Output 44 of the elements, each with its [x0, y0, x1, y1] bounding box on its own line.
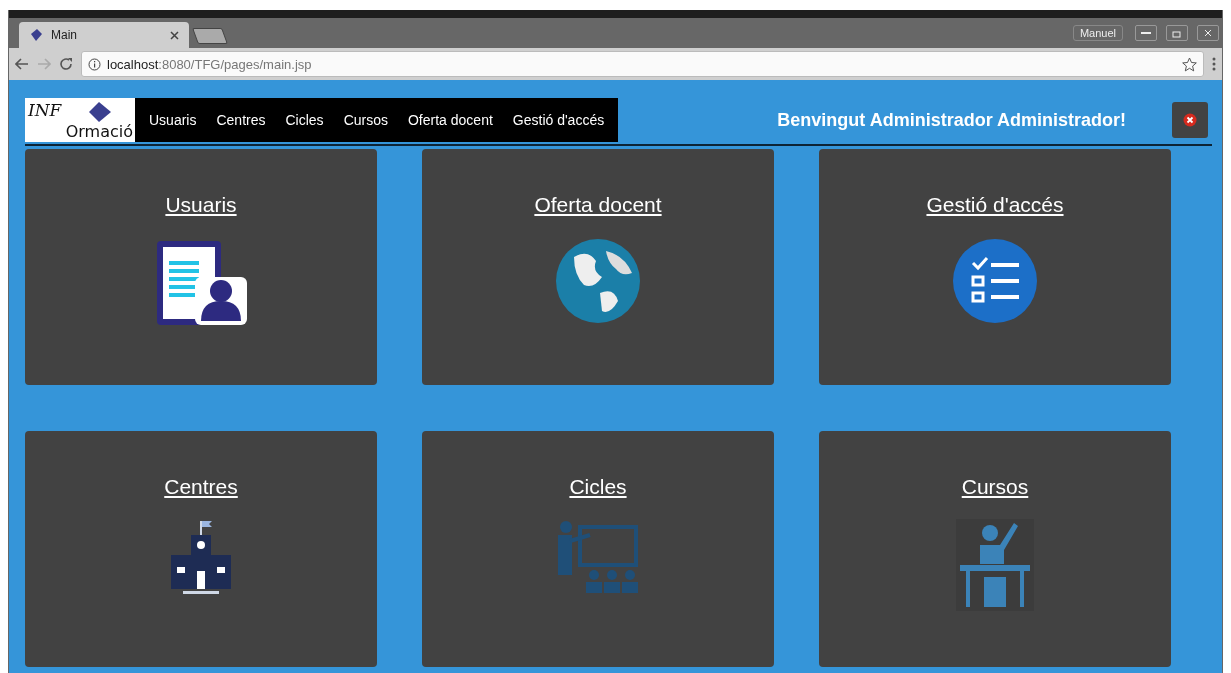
restore-icon: [1172, 28, 1182, 38]
nav-link[interactable]: Cicles: [275, 112, 334, 128]
site-logo[interactable]: INF Ormació: [25, 98, 135, 142]
menu-card[interactable]: Cicles: [422, 431, 774, 667]
card-link[interactable]: Cursos: [961, 475, 1029, 499]
url-text: localhost:8080/TFG/pages/main.jsp: [107, 56, 312, 72]
reload-icon[interactable]: [59, 57, 73, 71]
card-link[interactable]: Usuaris: [165, 193, 237, 217]
card-link[interactable]: Oferta docent: [534, 193, 662, 217]
nav-link[interactable]: Centres: [206, 112, 276, 128]
back-icon[interactable]: [15, 58, 29, 70]
minimize-button[interactable]: [1135, 25, 1157, 41]
menu-card[interactable]: Cursos: [819, 431, 1171, 667]
logout-button[interactable]: [1172, 102, 1208, 138]
address-field[interactable]: localhost:8080/TFG/pages/main.jsp: [81, 51, 1204, 77]
welcome-message: Benvingut Administrador Administrador!: [777, 109, 1126, 131]
star-icon[interactable]: [1182, 56, 1197, 72]
tab-title: Main: [51, 28, 78, 42]
close-icon: [1183, 113, 1197, 127]
menu-card[interactable]: Usuaris: [25, 149, 377, 385]
browser-tab[interactable]: Main: [19, 22, 189, 48]
menu-card[interactable]: Centres: [25, 431, 377, 667]
nav-link[interactable]: Usuaris: [139, 112, 207, 128]
info-icon: [88, 57, 101, 71]
new-tab-button[interactable]: [192, 28, 228, 44]
nav-link[interactable]: Oferta docent: [398, 112, 503, 128]
globe-icon: [554, 237, 642, 325]
card-link[interactable]: Gestió d'accés: [926, 193, 1064, 217]
school-building-icon: [169, 519, 233, 597]
card-link[interactable]: Centres: [164, 475, 238, 499]
close-icon: [1204, 29, 1212, 37]
menu-card[interactable]: Oferta docent: [422, 149, 774, 385]
card-link[interactable]: Cicles: [569, 475, 627, 499]
student-desk-icon: [956, 519, 1034, 611]
profile-button[interactable]: Manuel: [1072, 25, 1123, 41]
menu-card[interactable]: Gestió d'accés: [819, 149, 1171, 385]
close-window-button[interactable]: [1197, 25, 1219, 41]
menu-icon[interactable]: [1212, 57, 1216, 71]
close-icon[interactable]: [170, 30, 179, 40]
minimize-icon: [1141, 31, 1151, 35]
restore-button[interactable]: [1166, 25, 1188, 41]
checklist-icon: [951, 237, 1039, 325]
nav-link[interactable]: Cursos: [333, 112, 398, 128]
nav-link[interactable]: Gestió d'accés: [502, 112, 615, 128]
